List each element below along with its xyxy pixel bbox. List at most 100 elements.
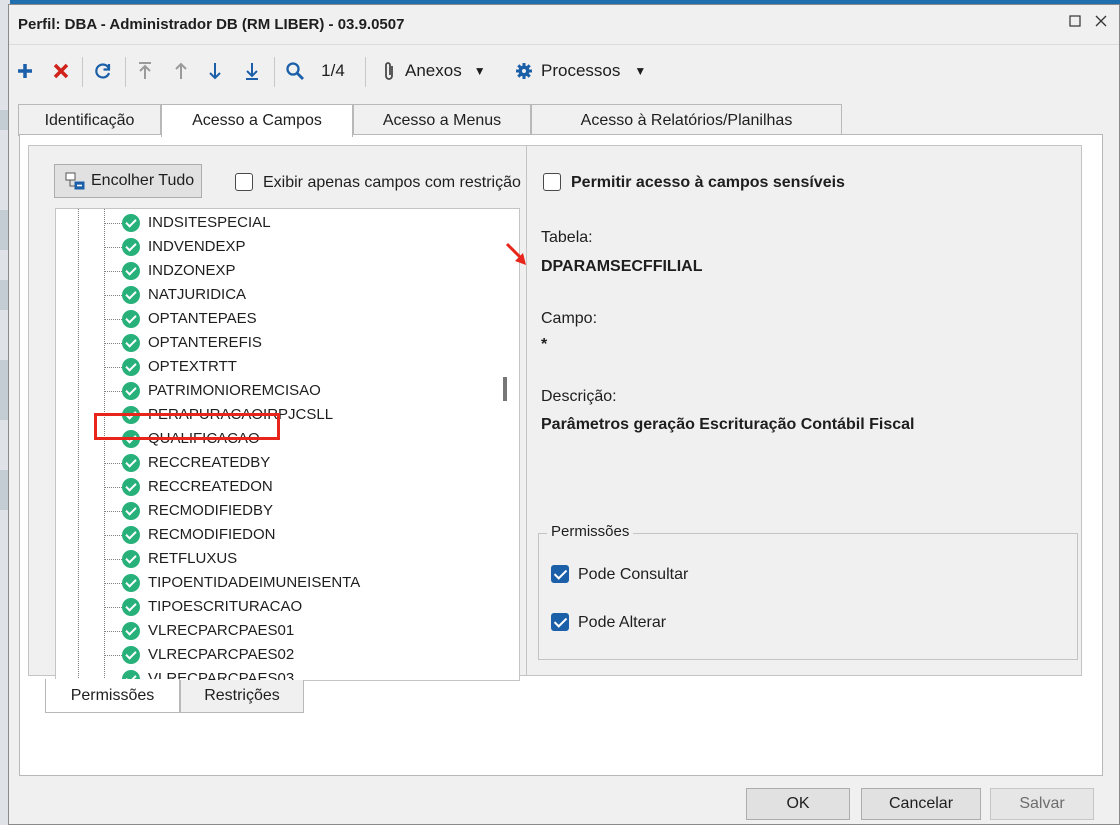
tree-item-label: OPTANTEPAES — [148, 310, 257, 327]
tree-item-label: RECMODIFIEDBY — [148, 502, 274, 519]
scrollbar-thumb[interactable] — [503, 377, 507, 401]
permissions-group: Permissões Pode Consultar Pode Alterar — [538, 523, 1078, 660]
tree-item-label: OPTEXTRTT — [148, 358, 237, 375]
tree-item[interactable]: RECCREATEDBY — [56, 451, 496, 475]
tree-item[interactable]: NATJURIDICA — [56, 283, 496, 307]
check-circle-icon — [122, 214, 140, 232]
tab-acesso-a-campos[interactable]: Acesso a Campos — [161, 104, 353, 137]
tree-item[interactable]: RECMODIFIEDBY — [56, 499, 496, 523]
tab-restricoes[interactable]: Restrições — [180, 680, 304, 713]
tab-permissoes[interactable]: Permissões — [45, 679, 180, 713]
previous-record-icon — [175, 62, 187, 79]
toolbar-separator — [82, 57, 83, 87]
plus-icon — [18, 64, 32, 78]
last-record-button[interactable] — [240, 57, 264, 85]
cancel-button[interactable]: Cancelar — [861, 788, 981, 820]
tree-item-label: RETFLUXUS — [148, 550, 238, 567]
tree-item[interactable]: OPTANTEREFIS — [56, 331, 496, 355]
tree-item[interactable]: TIPOENTIDADEIMUNEISENTA — [56, 571, 496, 595]
tree-scrollbar[interactable] — [493, 209, 519, 680]
tree-item-label: PATRIMONIOREMCISAO — [148, 382, 321, 399]
tree-item[interactable]: VLRECPARCPAES01 — [56, 619, 496, 643]
maximize-icon[interactable] — [1065, 14, 1085, 34]
tree-connector — [104, 391, 122, 392]
tree-item[interactable]: INDSITESPECIAL — [56, 211, 496, 235]
refresh-button[interactable] — [90, 57, 116, 85]
close-icon[interactable] — [1091, 14, 1111, 34]
check-circle-icon — [122, 502, 140, 520]
tree-connector — [104, 271, 122, 272]
previous-record-button[interactable] — [169, 57, 193, 85]
tree-item-label: INDSITESPECIAL — [148, 214, 271, 231]
can-view-checkbox[interactable] — [551, 565, 569, 583]
check-circle-icon — [122, 550, 140, 568]
tab-acesso-relatorios[interactable]: Acesso à Relatórios/Planilhas — [531, 104, 842, 136]
save-button[interactable]: Salvar — [990, 788, 1094, 820]
first-record-icon — [139, 62, 151, 79]
toolbar-separator — [274, 57, 275, 87]
show-restricted-only-checkbox[interactable] — [235, 173, 253, 191]
tree-item[interactable]: RECCREATEDON — [56, 475, 496, 499]
ok-button[interactable]: OK — [746, 788, 850, 820]
tree-connector — [104, 655, 122, 656]
highlight-box — [94, 413, 280, 440]
dropdown-arrow-icon: ▼ — [473, 64, 486, 78]
panel-divider — [526, 146, 527, 675]
can-edit-label: Pode Alterar — [578, 614, 667, 631]
fields-tree[interactable]: INDSITESPECIAL INDVENDEXP INDZONEXP NATJURI… — [55, 208, 520, 681]
description-label: Descrição: — [541, 388, 617, 405]
add-button[interactable] — [13, 57, 37, 85]
tree-connector — [104, 319, 122, 320]
check-circle-icon — [122, 382, 140, 400]
tab-acesso-a-menus[interactable]: Acesso a Menus — [353, 104, 531, 136]
processes-button[interactable]: Processos ▼ — [515, 57, 665, 85]
tree-item[interactable]: PATRIMONIOREMCISAO — [56, 379, 496, 403]
refresh-icon — [95, 63, 111, 79]
tree-connector — [104, 535, 122, 536]
show-restricted-only-label: Exibir apenas campos com restrição — [263, 174, 521, 191]
tree-connector — [104, 559, 122, 560]
check-circle-icon — [122, 310, 140, 328]
tree-connector — [104, 511, 122, 512]
first-record-button[interactable] — [133, 57, 157, 85]
collapse-tree-icon — [65, 172, 85, 190]
collapse-all-button[interactable]: Encolher Tudo — [54, 164, 202, 198]
can-edit-checkbox[interactable] — [551, 613, 569, 631]
profile-dialog: Perfil: DBA - Administrador DB (RM LIBER… — [8, 4, 1120, 825]
tree-connector — [104, 247, 122, 248]
tree-connector — [104, 487, 122, 488]
attachments-button[interactable]: Anexos ▼ — [381, 57, 499, 85]
tree-item-label: VLRECPARCPAES02 — [148, 646, 295, 663]
tree-item-label: RECCREATEDBY — [148, 454, 271, 471]
tree-item[interactable]: OPTEXTRTT — [56, 355, 496, 379]
toolbar: 1/4 Anexos ▼ Processos ▼ — [9, 51, 1119, 91]
tab-identificacao[interactable]: Identificação — [18, 104, 161, 136]
search-icon — [286, 62, 304, 80]
next-record-icon — [209, 63, 221, 80]
tree-item[interactable]: VLRECPARCPAES02 — [56, 643, 496, 667]
collapse-all-label: Encolher Tudo — [91, 172, 195, 189]
check-circle-icon — [122, 598, 140, 616]
tree-connector — [104, 343, 122, 344]
tree-connector — [104, 583, 122, 584]
tree-item-label: INDZONEXP — [148, 262, 236, 279]
field-label: Campo: — [541, 310, 598, 327]
search-button[interactable] — [283, 57, 307, 85]
tree-item-label: TIPOESCRITURACAO — [148, 598, 303, 615]
check-circle-icon — [122, 286, 140, 304]
tree-connector — [104, 463, 122, 464]
delete-button[interactable] — [49, 57, 73, 85]
next-record-button[interactable] — [203, 57, 227, 85]
tree-item[interactable]: INDZONEXP — [56, 259, 496, 283]
tree-item[interactable]: RECMODIFIEDON — [56, 523, 496, 547]
attachments-label: Anexos — [405, 61, 462, 80]
tree-connector — [104, 631, 122, 632]
check-circle-icon — [122, 574, 140, 592]
tree-item[interactable]: INDVENDEXP — [56, 235, 496, 259]
tree-item[interactable]: OPTANTEPAES — [56, 307, 496, 331]
tree-item[interactable]: TIPOESCRITURACAO — [56, 595, 496, 619]
red-arrow-annotation — [505, 242, 526, 265]
allow-sensitive-checkbox[interactable] — [543, 173, 561, 191]
can-view-label: Pode Consultar — [578, 566, 689, 583]
tree-item[interactable]: RETFLUXUS — [56, 547, 496, 571]
